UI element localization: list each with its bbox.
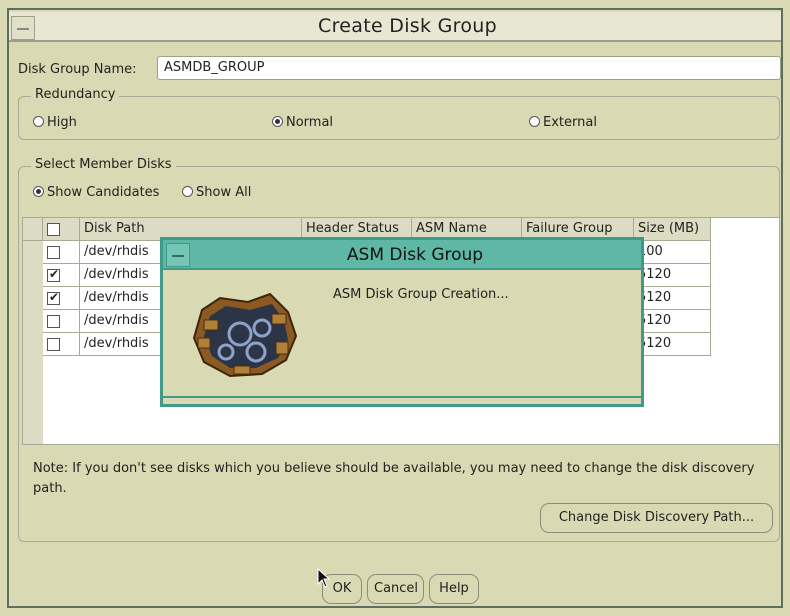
disk-group-name-label: Disk Group Name: [18, 62, 137, 77]
disk-group-name-input[interactable]: ASMDB_GROUP [157, 56, 781, 80]
row-checkbox[interactable] [47, 290, 60, 305]
dialog-bottom-edge [163, 396, 641, 404]
dialog-menu-button[interactable] [166, 243, 190, 267]
select-all-checkbox[interactable] [47, 223, 60, 236]
change-disk-discovery-path-button[interactable]: Change Disk Discovery Path... [540, 503, 773, 533]
radio-indicator[interactable] [529, 116, 540, 127]
radio-label: External [543, 115, 597, 130]
radio-label: Show Candidates [47, 185, 160, 200]
row-checkbox[interactable] [47, 267, 60, 282]
show-candidates-radio[interactable]: Show Candidates [33, 185, 159, 200]
asm-creation-icon [190, 290, 300, 384]
select-all-header[interactable] [43, 218, 80, 241]
radio-label: High [47, 115, 77, 130]
help-button[interactable]: Help [429, 574, 479, 604]
radio-indicator[interactable] [272, 116, 283, 127]
radio-label: Show All [196, 185, 252, 200]
dialog-message: ASM Disk Group Creation... [333, 287, 509, 302]
cancel-button[interactable]: Cancel [367, 574, 424, 604]
member-disks-legend: Select Member Disks [31, 157, 176, 172]
redundancy-high-radio[interactable]: High [33, 115, 77, 130]
row-checkbox-cell[interactable] [43, 333, 80, 356]
row-checkbox-cell[interactable] [43, 241, 80, 264]
radio-label: Normal [286, 115, 334, 130]
row-header-column [23, 241, 43, 444]
row-header-corner [23, 218, 43, 241]
row-checkbox[interactable] [47, 338, 60, 351]
size-cell: 100 [634, 241, 711, 264]
radio-indicator[interactable] [182, 186, 193, 197]
size-cell: 5120 [634, 333, 711, 356]
radio-indicator[interactable] [33, 116, 44, 127]
redundancy-group [18, 96, 780, 140]
discovery-note: Note: If you don't see disks which you b… [33, 461, 755, 496]
row-checkbox[interactable] [47, 246, 60, 259]
row-checkbox-cell[interactable] [43, 310, 80, 333]
window-menu-button[interactable] [11, 16, 35, 40]
window-title: Create Disk Group [318, 15, 497, 37]
redundancy-normal-radio[interactable]: Normal [272, 115, 333, 130]
size-cell: 5120 [634, 287, 711, 310]
row-checkbox-cell[interactable] [43, 264, 80, 287]
redundancy-external-radio[interactable]: External [529, 115, 597, 130]
radio-indicator[interactable] [33, 186, 44, 197]
column-header-size[interactable]: Size (MB) [634, 218, 711, 241]
redundancy-legend: Redundancy [31, 87, 120, 102]
dialog-title: ASM Disk Group [346, 245, 484, 265]
show-all-radio[interactable]: Show All [182, 185, 251, 200]
mouse-cursor-icon [317, 567, 331, 592]
size-cell: 5120 [634, 310, 711, 333]
row-checkbox[interactable] [47, 315, 60, 328]
size-cell: 5120 [634, 264, 711, 287]
row-checkbox-cell[interactable] [43, 287, 80, 310]
